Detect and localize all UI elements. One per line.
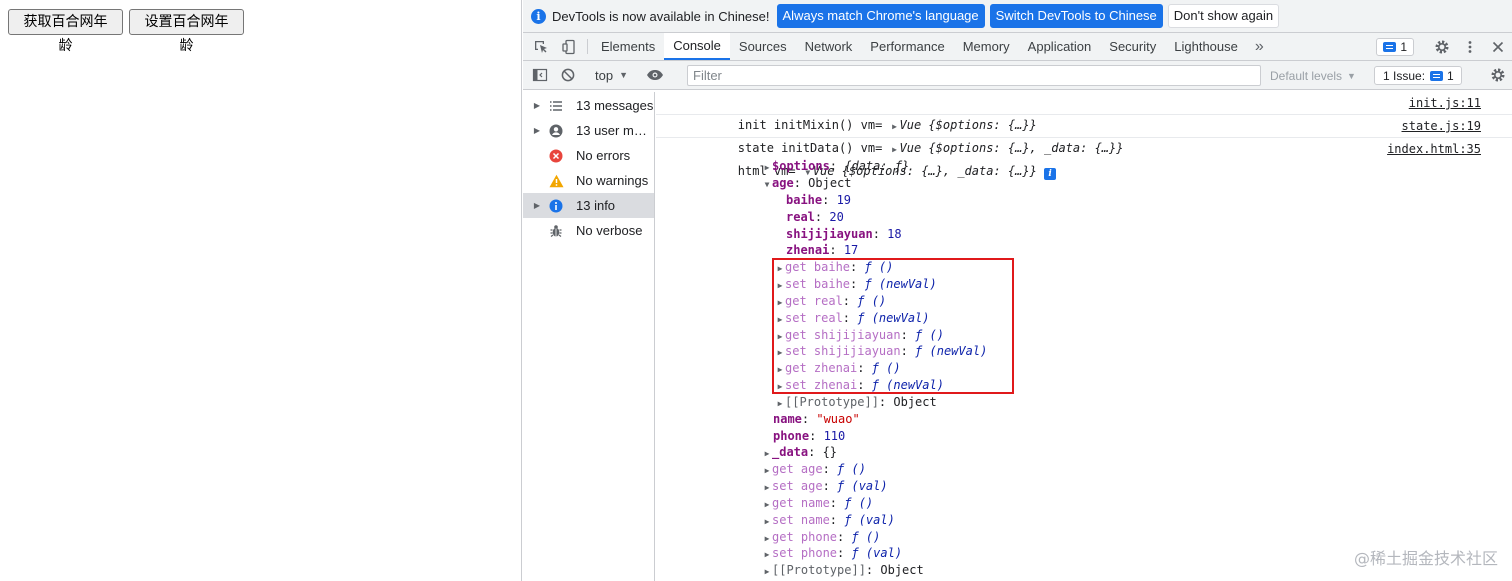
chevron-down-icon: ▼ [1347, 70, 1356, 81]
tab-console[interactable]: Console [664, 33, 730, 60]
expand-arrow-icon: ▶ [764, 163, 770, 172]
web-page: 获取百合网年龄 设置百合网年龄 [0, 0, 522, 581]
set-baihe-age-button[interactable]: 设置百合网年龄 [129, 9, 244, 54]
list-icon [545, 100, 567, 112]
devtools-panel: i DevTools is now available in Chinese! … [523, 0, 1512, 581]
error-icon [545, 149, 567, 163]
tree-accessor-row[interactable]: ▶ get name: ƒ () [762, 495, 874, 512]
eye-icon[interactable] [641, 61, 669, 89]
tree-row-options[interactable]: ▶ $options: {data: ƒ} [762, 158, 910, 175]
sidebar-item-info[interactable]: ▶ 13 info [523, 193, 654, 218]
expand-arrow-icon: ▶ [764, 483, 770, 492]
collapse-arrow-icon: ▼ [764, 180, 770, 189]
sidebar-toggle-icon[interactable] [526, 61, 554, 89]
tree-prop-row: baihe: 19 [786, 193, 852, 207]
tree-accessor-row[interactable]: ▶ get age: ƒ () [762, 461, 866, 478]
tree-row-age[interactable]: ▼ age: Object [762, 175, 852, 192]
tree-accessor-row[interactable]: ▶ get phone: ƒ () [762, 529, 881, 546]
tree-prop-row: shijijiayuan: 18 [786, 227, 902, 241]
console-output: init initMixin() vm= ▶ Vue {$options: {…}… [656, 92, 1512, 581]
language-infobar: i DevTools is now available in Chinese! … [523, 0, 1512, 33]
sidebar-item-verbose[interactable]: No verbose [523, 218, 654, 243]
expand-arrow-icon: ▶ [533, 101, 541, 110]
tree-accessor-row[interactable]: ▶ set age: ƒ (val) [762, 478, 888, 495]
match-language-button[interactable]: Always match Chrome's language [776, 4, 985, 28]
kebab-menu-icon[interactable] [1456, 39, 1484, 55]
expand-arrow-icon: ▶ [777, 399, 783, 408]
tree-prop-row: real: 20 [786, 210, 844, 224]
tree-row-name: name: "wuao" [773, 412, 860, 426]
tree-accessor-row[interactable]: ▶ set phone: ƒ (val) [762, 545, 902, 562]
tab-security[interactable]: Security [1100, 33, 1165, 60]
expand-arrow-icon: ▶ [764, 500, 770, 509]
tree-row-data[interactable]: ▶ _data: {} [762, 444, 837, 461]
tab-lighthouse[interactable]: Lighthouse [1165, 33, 1247, 60]
device-toolbar-icon[interactable] [555, 33, 583, 60]
filter-input[interactable] [687, 65, 1261, 86]
more-tabs-icon[interactable]: » [1247, 33, 1272, 60]
tree-row-prototype[interactable]: ▶ [[Prototype]]: Object [762, 562, 924, 579]
get-baihe-age-button[interactable]: 获取百合网年龄 [8, 9, 123, 54]
expand-arrow-icon: ▶ [533, 201, 541, 210]
context-selector[interactable]: top ▼ [589, 68, 634, 83]
levels-label: Default levels [1270, 68, 1343, 83]
sidebar-item-warnings[interactable]: No warnings [523, 168, 654, 193]
console-toolbar: top ▼ Default levels ▼ 1 Issue: 1 [523, 61, 1512, 90]
sidebar-item-messages[interactable]: ▶ 13 messages [523, 93, 654, 118]
source-link[interactable]: index.html:35 [1387, 138, 1481, 160]
expand-arrow-icon: ▶ [533, 126, 541, 135]
messages-count: 1 [1400, 40, 1407, 54]
issues-button[interactable]: 1 Issue: 1 [1374, 66, 1462, 85]
tree-row-phone: phone: 110 [773, 429, 846, 443]
tab-divider [587, 39, 588, 54]
info-icon: i [1044, 168, 1057, 180]
switch-chinese-button[interactable]: Switch DevTools to Chinese [989, 4, 1163, 28]
bug-icon [545, 224, 567, 238]
tree-prop-row: zhenai: 17 [786, 243, 859, 257]
source-link[interactable]: state.js:19 [1402, 115, 1481, 137]
console-content: ▶ 13 messages ▶ 13 user me… No errors No… [523, 92, 1512, 581]
tree-row-prototype[interactable]: ▶ [[Prototype]]: Object [775, 394, 937, 411]
source-link[interactable]: init.js:11 [1409, 92, 1481, 114]
inspect-element-icon[interactable] [527, 33, 555, 60]
log-levels-dropdown[interactable]: Default levels ▼ [1270, 61, 1356, 90]
info-icon [545, 199, 567, 213]
info-icon: i [531, 8, 546, 24]
chevron-down-icon: ▼ [619, 70, 628, 80]
settings-gear-icon[interactable] [1428, 39, 1456, 55]
tab-application[interactable]: Application [1019, 33, 1101, 60]
tab-sources[interactable]: Sources [730, 33, 796, 60]
messages-badge[interactable]: 1 [1376, 38, 1414, 56]
context-value: top [595, 67, 614, 83]
sidebar-item-errors[interactable]: No errors [523, 143, 654, 168]
expand-arrow-icon: ▶ [764, 550, 770, 559]
annotation-highlight-box [772, 258, 1014, 394]
devtools-tabbar: Elements Console Sources Network Perform… [523, 33, 1512, 61]
expand-arrow-icon: ▶ [764, 567, 770, 576]
watermark: @稀土掘金技术社区 [1353, 549, 1498, 568]
tab-memory[interactable]: Memory [954, 33, 1019, 60]
issues-label: 1 Issue: [1383, 68, 1426, 83]
issues-count: 1 [1447, 68, 1454, 83]
tab-elements[interactable]: Elements [592, 33, 664, 60]
console-settings-gear-icon[interactable] [1484, 61, 1512, 89]
message-icon [1430, 70, 1444, 81]
tab-network[interactable]: Network [796, 33, 862, 60]
message-icon [1383, 42, 1397, 52]
tree-accessor-row[interactable]: ▶ set name: ƒ (val) [762, 512, 895, 529]
sidebar-item-user-messages[interactable]: ▶ 13 user me… [523, 118, 654, 143]
infobar-message: DevTools is now available in Chinese! [552, 8, 770, 24]
expand-arrow-icon: ▶ [764, 466, 770, 475]
console-message: init initMixin() vm= ▶ Vue {$options: {…}… [656, 92, 1512, 132]
clear-console-icon[interactable] [554, 61, 582, 89]
user-icon [545, 124, 567, 138]
console-message: state initData() vm= ▶ Vue {$options: {…}… [656, 115, 1512, 155]
close-icon[interactable] [1484, 39, 1512, 55]
console-sidebar: ▶ 13 messages ▶ 13 user me… No errors No… [523, 92, 655, 581]
tab-performance[interactable]: Performance [861, 33, 953, 60]
warning-icon [545, 174, 567, 188]
dont-show-again-button[interactable]: Don't show again [1167, 4, 1280, 28]
expand-arrow-icon: ▶ [764, 517, 770, 526]
expand-arrow-icon: ▶ [764, 449, 770, 458]
